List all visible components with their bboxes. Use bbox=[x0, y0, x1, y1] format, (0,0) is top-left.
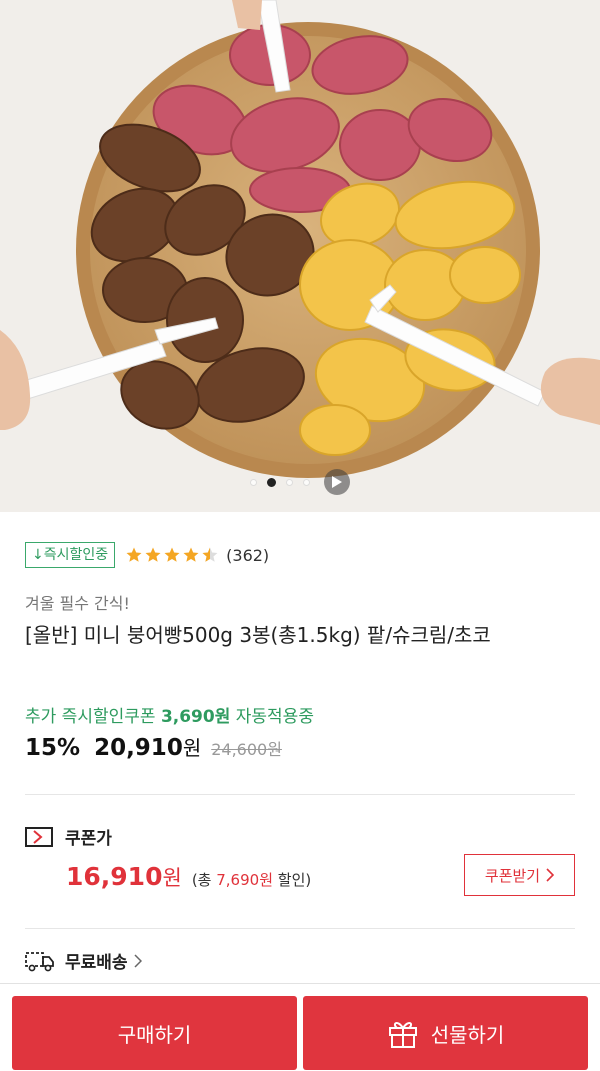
gift-button-label: 선물하기 bbox=[430, 1022, 505, 1047]
auto-coupon-prefix: 추가 즉시할인쿠폰 bbox=[25, 707, 156, 727]
buy-button-label: 구매하기 bbox=[117, 1022, 192, 1047]
coupon-price: 16,910원 bbox=[66, 862, 182, 892]
product-subtitle: 겨울 필수 간식! bbox=[25, 594, 130, 613]
gift-icon bbox=[388, 1021, 417, 1048]
buy-button[interactable]: 구매하기 bbox=[12, 996, 297, 1070]
truck-icon bbox=[25, 951, 54, 971]
discount-rate: 15% bbox=[25, 735, 81, 761]
star-icon bbox=[183, 547, 199, 562]
coupon-price-value: 16,910 bbox=[66, 862, 163, 891]
sale-price-unit: 원 bbox=[182, 736, 202, 760]
star-icon bbox=[145, 547, 161, 562]
coupon-price-header: 쿠폰가 bbox=[25, 824, 112, 849]
total-discount: (총 7,690원 할인) bbox=[192, 869, 311, 890]
auto-coupon-notice: 추가 즉시할인쿠폰 3,690원 자동적용중 bbox=[25, 702, 314, 727]
price-row: 15% 20,910원 24,600원 bbox=[25, 732, 282, 761]
gallery-dot[interactable] bbox=[303, 478, 310, 486]
auto-coupon-suffix: 자동적용중 bbox=[235, 707, 314, 727]
divider bbox=[25, 928, 575, 929]
rating-row: ↓즉시할인중 (362) bbox=[25, 542, 269, 568]
star-half-icon bbox=[202, 547, 218, 562]
sale-price-value: 20,910 bbox=[94, 735, 183, 761]
instant-discount-badge: ↓즉시할인중 bbox=[25, 542, 116, 568]
coupon-tag-icon bbox=[25, 826, 53, 847]
chevron-right-icon bbox=[134, 953, 142, 968]
original-price: 24,600원 bbox=[211, 740, 282, 759]
play-icon bbox=[332, 476, 342, 488]
product-image-gallery[interactable] bbox=[0, 0, 600, 512]
divider bbox=[25, 794, 575, 795]
gallery-pagination bbox=[0, 468, 600, 496]
auto-coupon-amount: 3,690원 bbox=[160, 707, 231, 727]
free-shipping-label: 무료배송 bbox=[65, 953, 128, 973]
get-coupon-button[interactable]: 쿠폰받기 bbox=[464, 854, 575, 896]
gift-button[interactable]: 선물하기 bbox=[303, 996, 588, 1070]
purchase-bar: 구매하기 선물하기 bbox=[0, 983, 600, 1071]
play-video-button[interactable] bbox=[324, 469, 350, 495]
product-title: [올반] 미니 붕어빵500g 3봉(총1.5kg) 팥/슈크림/초코 bbox=[25, 623, 491, 647]
star-icon bbox=[126, 547, 142, 562]
star-rating[interactable] bbox=[125, 546, 220, 564]
gallery-dot-active[interactable] bbox=[267, 477, 276, 487]
star-icon bbox=[164, 547, 180, 562]
review-count[interactable]: (362) bbox=[226, 546, 269, 565]
gallery-dot[interactable] bbox=[286, 478, 293, 486]
coupon-price-unit: 원 bbox=[162, 866, 182, 890]
coupon-price-label: 쿠폰가 bbox=[65, 829, 112, 849]
total-discount-suffix: 할인) bbox=[277, 871, 312, 889]
total-discount-prefix: (총 bbox=[191, 871, 212, 889]
product-photo bbox=[0, 0, 600, 512]
sale-price: 20,910원 bbox=[94, 732, 201, 761]
get-coupon-label: 쿠폰받기 bbox=[484, 866, 541, 885]
shipping-info[interactable]: 무료배송 bbox=[25, 948, 142, 973]
total-discount-amount: 7,690원 bbox=[216, 871, 273, 889]
coupon-price-row: 16,910원 (총 7,690원 할인) bbox=[66, 862, 311, 892]
gallery-dot[interactable] bbox=[250, 478, 257, 486]
chevron-right-icon bbox=[546, 868, 555, 882]
